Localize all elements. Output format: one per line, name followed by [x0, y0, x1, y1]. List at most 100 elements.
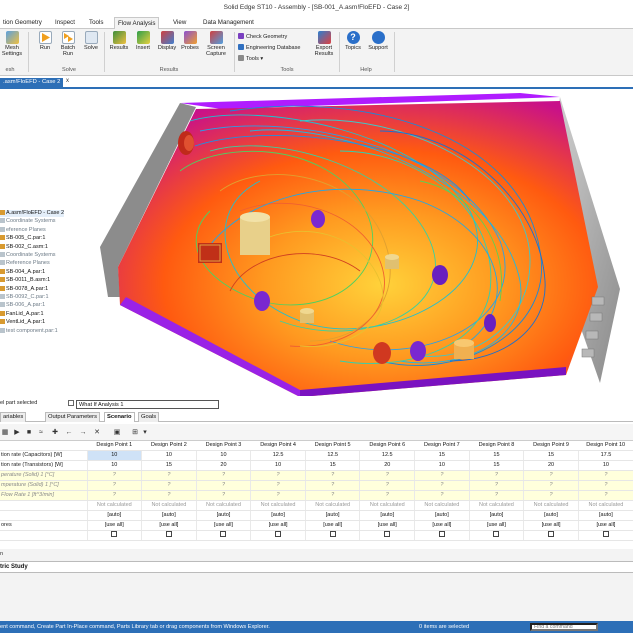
transistor-3[interactable]	[432, 265, 448, 285]
table-cell[interactable]: Not calculated	[577, 500, 633, 511]
table-cell[interactable]: ?	[141, 470, 197, 481]
stop-icon[interactable]: ■	[24, 428, 34, 437]
table-cell[interactable]: 15	[468, 460, 524, 471]
tree-item[interactable]: VentLid_A.par:1	[0, 319, 45, 326]
table-cell[interactable]: [auto]	[359, 510, 415, 521]
tree-item[interactable]: Reference Planes	[0, 260, 50, 267]
table-cell[interactable]: [use all]	[141, 520, 197, 531]
run-icon[interactable]: ▶	[12, 428, 22, 437]
table-cell[interactable]: [use all]	[359, 520, 415, 531]
tab-view[interactable]: View	[170, 17, 189, 29]
row-checkbox[interactable]	[329, 531, 336, 537]
tab-simulation-geometry[interactable]: tion Geometry	[0, 17, 45, 29]
table-cell[interactable]: ?	[304, 470, 360, 481]
table-cell[interactable]: [use all]	[523, 520, 579, 531]
export-results-button[interactable]: Export Results	[312, 31, 336, 57]
table-cell[interactable]: 12.5	[304, 450, 360, 461]
table-cell[interactable]: ?	[468, 490, 524, 501]
table-cell[interactable]: Not calculated	[304, 500, 360, 511]
find-command-input[interactable]	[530, 623, 598, 631]
row-checkbox[interactable]	[220, 531, 227, 537]
table-cell[interactable]: 12.5	[250, 450, 306, 461]
table-cell[interactable]: Not calculated	[414, 500, 470, 511]
table-cell[interactable]: 15	[468, 450, 524, 461]
table-cell[interactable]: 10	[577, 460, 633, 471]
table-cell[interactable]: ?	[195, 470, 251, 481]
table-cell[interactable]: 20	[523, 460, 579, 471]
table-cell[interactable]: ?	[523, 490, 579, 501]
tab-output-parameters[interactable]: Output Parameters	[45, 412, 100, 422]
tree-item[interactable]: FanLid_A.par:1	[0, 310, 44, 318]
table-cell[interactable]: 20	[359, 460, 415, 471]
table-cell[interactable]: ?	[304, 490, 360, 501]
column-header[interactable]: Design Point 9	[523, 441, 579, 451]
analysis-name-field[interactable]: What If Analysis 1	[76, 400, 219, 409]
table-cell[interactable]: 10	[195, 450, 251, 461]
tree-item[interactable]: SB-0092_C.par:1	[0, 294, 49, 301]
tools-menu-button[interactable]: Tools ▾	[238, 55, 263, 63]
arrow-left-icon[interactable]: ←	[64, 428, 74, 437]
tab-goals[interactable]: Goals	[138, 412, 160, 422]
table-cell[interactable]: 10	[86, 460, 142, 471]
capacitor-large[interactable]	[240, 212, 270, 255]
flow-simulation-scene[interactable]	[0, 91, 633, 396]
table-cell[interactable]: [auto]	[195, 510, 251, 521]
tab-inspect[interactable]: Inspect	[52, 17, 78, 29]
table-cell[interactable]: ?	[141, 480, 197, 491]
table-cell[interactable]: 15	[304, 460, 360, 471]
table-cell[interactable]: ?	[468, 480, 524, 491]
row-checkbox[interactable]	[275, 531, 282, 537]
row-checkbox[interactable]	[384, 531, 391, 537]
results-button[interactable]: Results	[108, 31, 130, 51]
tree-item[interactable]: Coordinate Systems	[0, 218, 56, 225]
table-cell[interactable]: ?	[359, 480, 415, 491]
table-cell[interactable]: ?	[359, 490, 415, 501]
table-cell[interactable]: 10	[414, 460, 470, 471]
capacitor-small-1[interactable]	[385, 254, 399, 269]
add-point-icon[interactable]: ✚	[50, 428, 60, 437]
column-header[interactable]: Design Point 5	[305, 441, 360, 451]
tree-item[interactable]: eference Planes	[0, 226, 46, 234]
table-cell[interactable]: ?	[304, 480, 360, 491]
capacitor-small-3[interactable]	[454, 339, 474, 359]
table-cell[interactable]: Not calculated	[523, 500, 579, 511]
table-cell[interactable]: Not calculated	[250, 500, 306, 511]
row-checkbox[interactable]	[438, 531, 445, 537]
table-cell[interactable]: Not calculated	[141, 500, 197, 511]
transistor-2[interactable]	[254, 291, 270, 311]
display-button[interactable]: Display	[156, 31, 178, 51]
close-icon[interactable]: x	[66, 78, 69, 84]
screen-capture-button[interactable]: Screen Capture	[202, 31, 230, 57]
transistor-4[interactable]	[410, 341, 426, 361]
table-cell[interactable]: ?	[86, 480, 142, 491]
table-cell[interactable]: Not calculated	[195, 500, 251, 511]
tree-item[interactable]: test component.par:1	[0, 327, 58, 335]
insert-button[interactable]: Insert	[133, 31, 153, 51]
table-cell[interactable]: ?	[414, 480, 470, 491]
table-cell[interactable]: ?	[577, 470, 633, 481]
table-cell[interactable]: ?	[523, 470, 579, 481]
tree-item[interactable]: SB-0011_B.asm:1	[0, 277, 50, 284]
transistor-5[interactable]	[484, 314, 496, 332]
table-cell[interactable]: 15	[141, 460, 197, 471]
tree-item[interactable]: SB-002_C.asm:1	[0, 243, 48, 251]
column-header[interactable]: Design Point 6	[359, 441, 415, 451]
table-cell[interactable]: ?	[195, 490, 251, 501]
table-cell[interactable]: ?	[577, 480, 633, 491]
transistor-1[interactable]	[311, 210, 325, 228]
table-cell[interactable]: ?	[141, 490, 197, 501]
table-cell[interactable]: [auto]	[468, 510, 524, 521]
check-geometry-button[interactable]: Check Geometry	[238, 33, 287, 41]
table-cell[interactable]: ?	[523, 480, 579, 491]
table-cell[interactable]: [use all]	[414, 520, 470, 531]
table-cell[interactable]: ?	[414, 470, 470, 481]
table-cell[interactable]: Not calculated	[359, 500, 415, 511]
arrow-right-icon[interactable]: →	[78, 428, 88, 437]
fan-front[interactable]	[373, 342, 391, 364]
table-cell[interactable]: [auto]	[523, 510, 579, 521]
table-cell[interactable]: [use all]	[86, 520, 142, 531]
table-cell[interactable]: 20	[195, 460, 251, 471]
table-cell[interactable]: [auto]	[250, 510, 306, 521]
table-cell[interactable]: ?	[86, 470, 142, 481]
table-cell[interactable]: ?	[86, 490, 142, 501]
